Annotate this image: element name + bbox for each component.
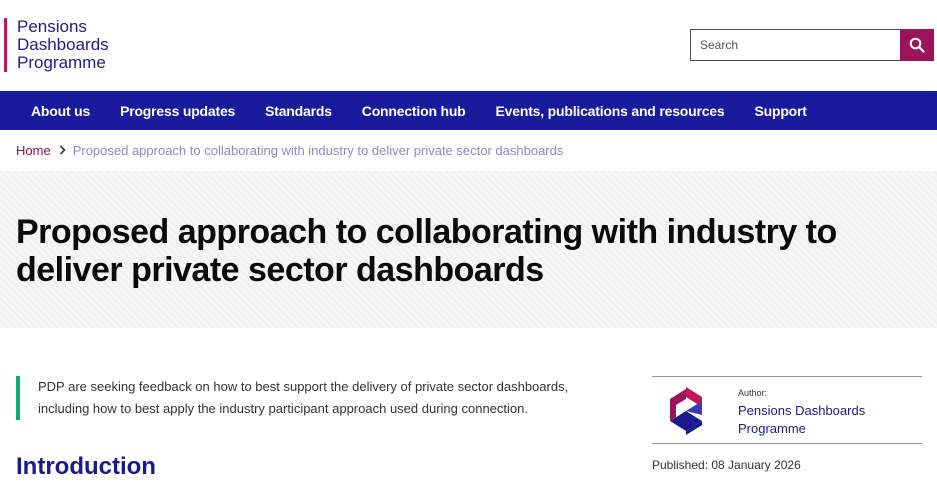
breadcrumb: Home Proposed approach to collaborating … xyxy=(16,143,563,158)
page-hero: Proposed approach to collaborating with … xyxy=(0,171,937,328)
page-title: Proposed approach to collaborating with … xyxy=(16,213,837,289)
author-label: Author: xyxy=(738,388,768,398)
main-nav: About us Progress updates Standards Conn… xyxy=(0,91,937,130)
nav-item-support[interactable]: Support xyxy=(739,103,821,119)
author-card: Author: Pensions Dashboards Programme xyxy=(652,376,922,444)
page-summary: PDP are seeking feedback on how to best … xyxy=(16,376,616,420)
nav-item-about-us[interactable]: About us xyxy=(16,103,105,119)
logo-line-3: Programme xyxy=(17,53,106,72)
nav-item-standards[interactable]: Standards xyxy=(250,103,347,119)
nav-item-events-publications-resources[interactable]: Events, publications and resources xyxy=(481,103,740,119)
site-logo[interactable]: Pensions Dashboards Programme xyxy=(4,18,109,72)
summary-text: PDP are seeking feedback on how to best … xyxy=(38,379,569,416)
search-icon xyxy=(909,37,925,53)
nav-item-progress-updates[interactable]: Progress updates xyxy=(105,103,250,119)
introduction-heading: Introduction xyxy=(16,453,156,480)
search-form xyxy=(690,29,934,61)
nav-item-connection-hub[interactable]: Connection hub xyxy=(347,103,481,119)
breadcrumb-current: Proposed approach to collaborating with … xyxy=(72,143,564,158)
breadcrumb-home-link[interactable]: Home xyxy=(16,143,51,158)
published-date: Published: 08 January 2026 xyxy=(652,458,801,472)
author-name-link[interactable]: Pensions Dashboards Programme xyxy=(738,402,908,438)
site-header: Pensions Dashboards Programme xyxy=(0,0,937,91)
logo-line-2: Dashboards xyxy=(17,35,109,54)
pdp-logo-icon xyxy=(670,387,702,435)
search-input[interactable] xyxy=(690,29,900,61)
chevron-right-icon xyxy=(59,144,66,158)
logo-line-1: Pensions xyxy=(17,17,87,36)
search-button[interactable] xyxy=(900,29,934,61)
